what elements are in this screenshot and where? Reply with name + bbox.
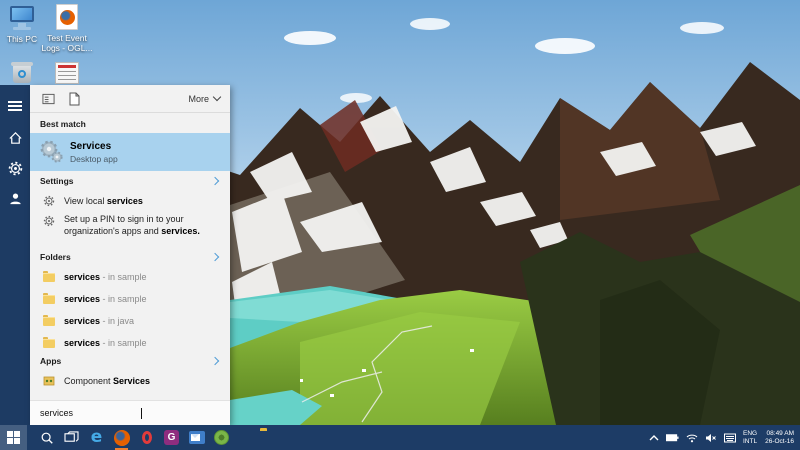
folder-icon — [42, 292, 56, 304]
battery-icon — [666, 434, 679, 442]
best-match-title: Services — [70, 140, 112, 152]
apps-filter-icon[interactable] — [42, 93, 55, 105]
folder-icon — [42, 314, 56, 326]
opera-button[interactable] — [134, 425, 159, 450]
folder-icon — [42, 336, 56, 348]
search-box-row — [30, 400, 230, 425]
desktop-icon-webpage-doc[interactable] — [39, 62, 95, 87]
menu-icon[interactable] — [0, 91, 30, 121]
taskbar-search-button[interactable] — [34, 425, 59, 450]
chevron-right-icon — [210, 252, 220, 262]
wifi-icon — [686, 434, 698, 442]
desktop-icon-label: Test Event Logs - OGL... — [41, 33, 93, 53]
webpage-document-icon — [55, 62, 79, 84]
firefox-document-icon — [56, 4, 78, 30]
result-folder-1[interactable]: services - in sample — [30, 267, 230, 287]
recycle-bin-icon — [9, 58, 35, 84]
documents-filter-icon[interactable] — [69, 92, 80, 106]
speaker-muted-icon — [706, 433, 716, 442]
folder-icon — [42, 270, 56, 282]
services-gears-icon — [38, 139, 64, 165]
result-folder-4[interactable]: services - in sample — [30, 333, 230, 353]
result-component-services[interactable]: Component Services — [30, 371, 230, 391]
search-icon — [41, 432, 53, 444]
touch-keyboard-icon — [724, 433, 736, 442]
result-folder-2[interactable]: services - in sample — [30, 289, 230, 309]
settings-gear-icon[interactable] — [0, 153, 30, 183]
search-results-panel: More Best match Services Desktop app Set… — [30, 85, 230, 425]
system-tray: ENG INTL 08:49 AM 26-Oct-16 — [649, 425, 800, 450]
best-match-result-services[interactable]: Services Desktop app — [30, 133, 230, 171]
opera-icon — [141, 431, 152, 444]
firefox-icon — [113, 429, 130, 446]
start-button[interactable] — [0, 425, 27, 450]
desktop: This PC Test Event Logs - OGL... More Be… — [0, 0, 800, 450]
touch-keyboard-indicator[interactable] — [724, 433, 736, 443]
chevron-right-icon — [210, 356, 220, 366]
text-caret — [141, 407, 142, 419]
green-app-button[interactable] — [209, 425, 234, 450]
task-view-icon — [64, 431, 79, 442]
search-flyout-rail — [0, 85, 30, 425]
component-services-icon — [42, 375, 56, 387]
chevron-up-icon — [649, 434, 659, 440]
g-app-icon: G — [164, 430, 179, 445]
green-badge-icon — [214, 430, 229, 445]
taskbar: e G ENG INTL 08:49 AM 26-Oct-16 — [0, 425, 800, 450]
mail-icon — [188, 431, 205, 444]
mail-button[interactable] — [184, 425, 209, 450]
firefox-button[interactable] — [109, 425, 134, 450]
best-match-subtitle: Desktop app — [70, 153, 118, 164]
this-pc-icon — [7, 5, 37, 31]
settings-section-header[interactable]: Settings — [30, 173, 230, 189]
chevron-right-icon — [210, 176, 220, 186]
gear-icon — [42, 215, 56, 227]
more-dropdown[interactable]: More — [188, 92, 222, 104]
battery-indicator[interactable] — [666, 433, 679, 442]
search-input[interactable] — [40, 408, 210, 418]
best-match-header: Best match — [40, 119, 86, 129]
user-icon[interactable] — [0, 183, 30, 213]
apps-section-header[interactable]: Apps — [30, 353, 230, 369]
tray-time: 08:49 AM — [766, 429, 794, 437]
network-indicator[interactable] — [686, 433, 698, 443]
tray-date: 26-Oct-16 — [765, 437, 794, 445]
result-setup-pin[interactable]: Set up a PIN to sign in to your organiza… — [30, 213, 230, 245]
desktop-icon-test-event-logs[interactable]: Test Event Logs - OGL... — [39, 4, 95, 53]
folders-section-header[interactable]: Folders — [30, 249, 230, 265]
chevron-down-icon — [212, 92, 222, 102]
gear-icon — [42, 195, 56, 207]
volume-indicator[interactable] — [705, 433, 717, 443]
result-folder-3[interactable]: services - in java — [30, 311, 230, 331]
result-view-local-services[interactable]: View local services — [30, 191, 230, 211]
file-explorer-button[interactable] — [234, 425, 267, 450]
g-app-button[interactable]: G — [159, 425, 184, 450]
clock[interactable]: 08:49 AM 26-Oct-16 — [765, 430, 794, 446]
language-indicator[interactable]: ENG INTL — [743, 430, 757, 446]
task-view-button[interactable] — [59, 425, 84, 450]
edge-icon: e — [90, 427, 103, 447]
search-filter-bar: More — [30, 85, 230, 113]
tray-expand-chevron[interactable] — [649, 434, 659, 442]
edge-button[interactable]: e — [84, 425, 109, 450]
more-label: More — [188, 93, 209, 104]
windows-logo-icon — [7, 431, 20, 444]
home-icon[interactable] — [0, 123, 30, 153]
